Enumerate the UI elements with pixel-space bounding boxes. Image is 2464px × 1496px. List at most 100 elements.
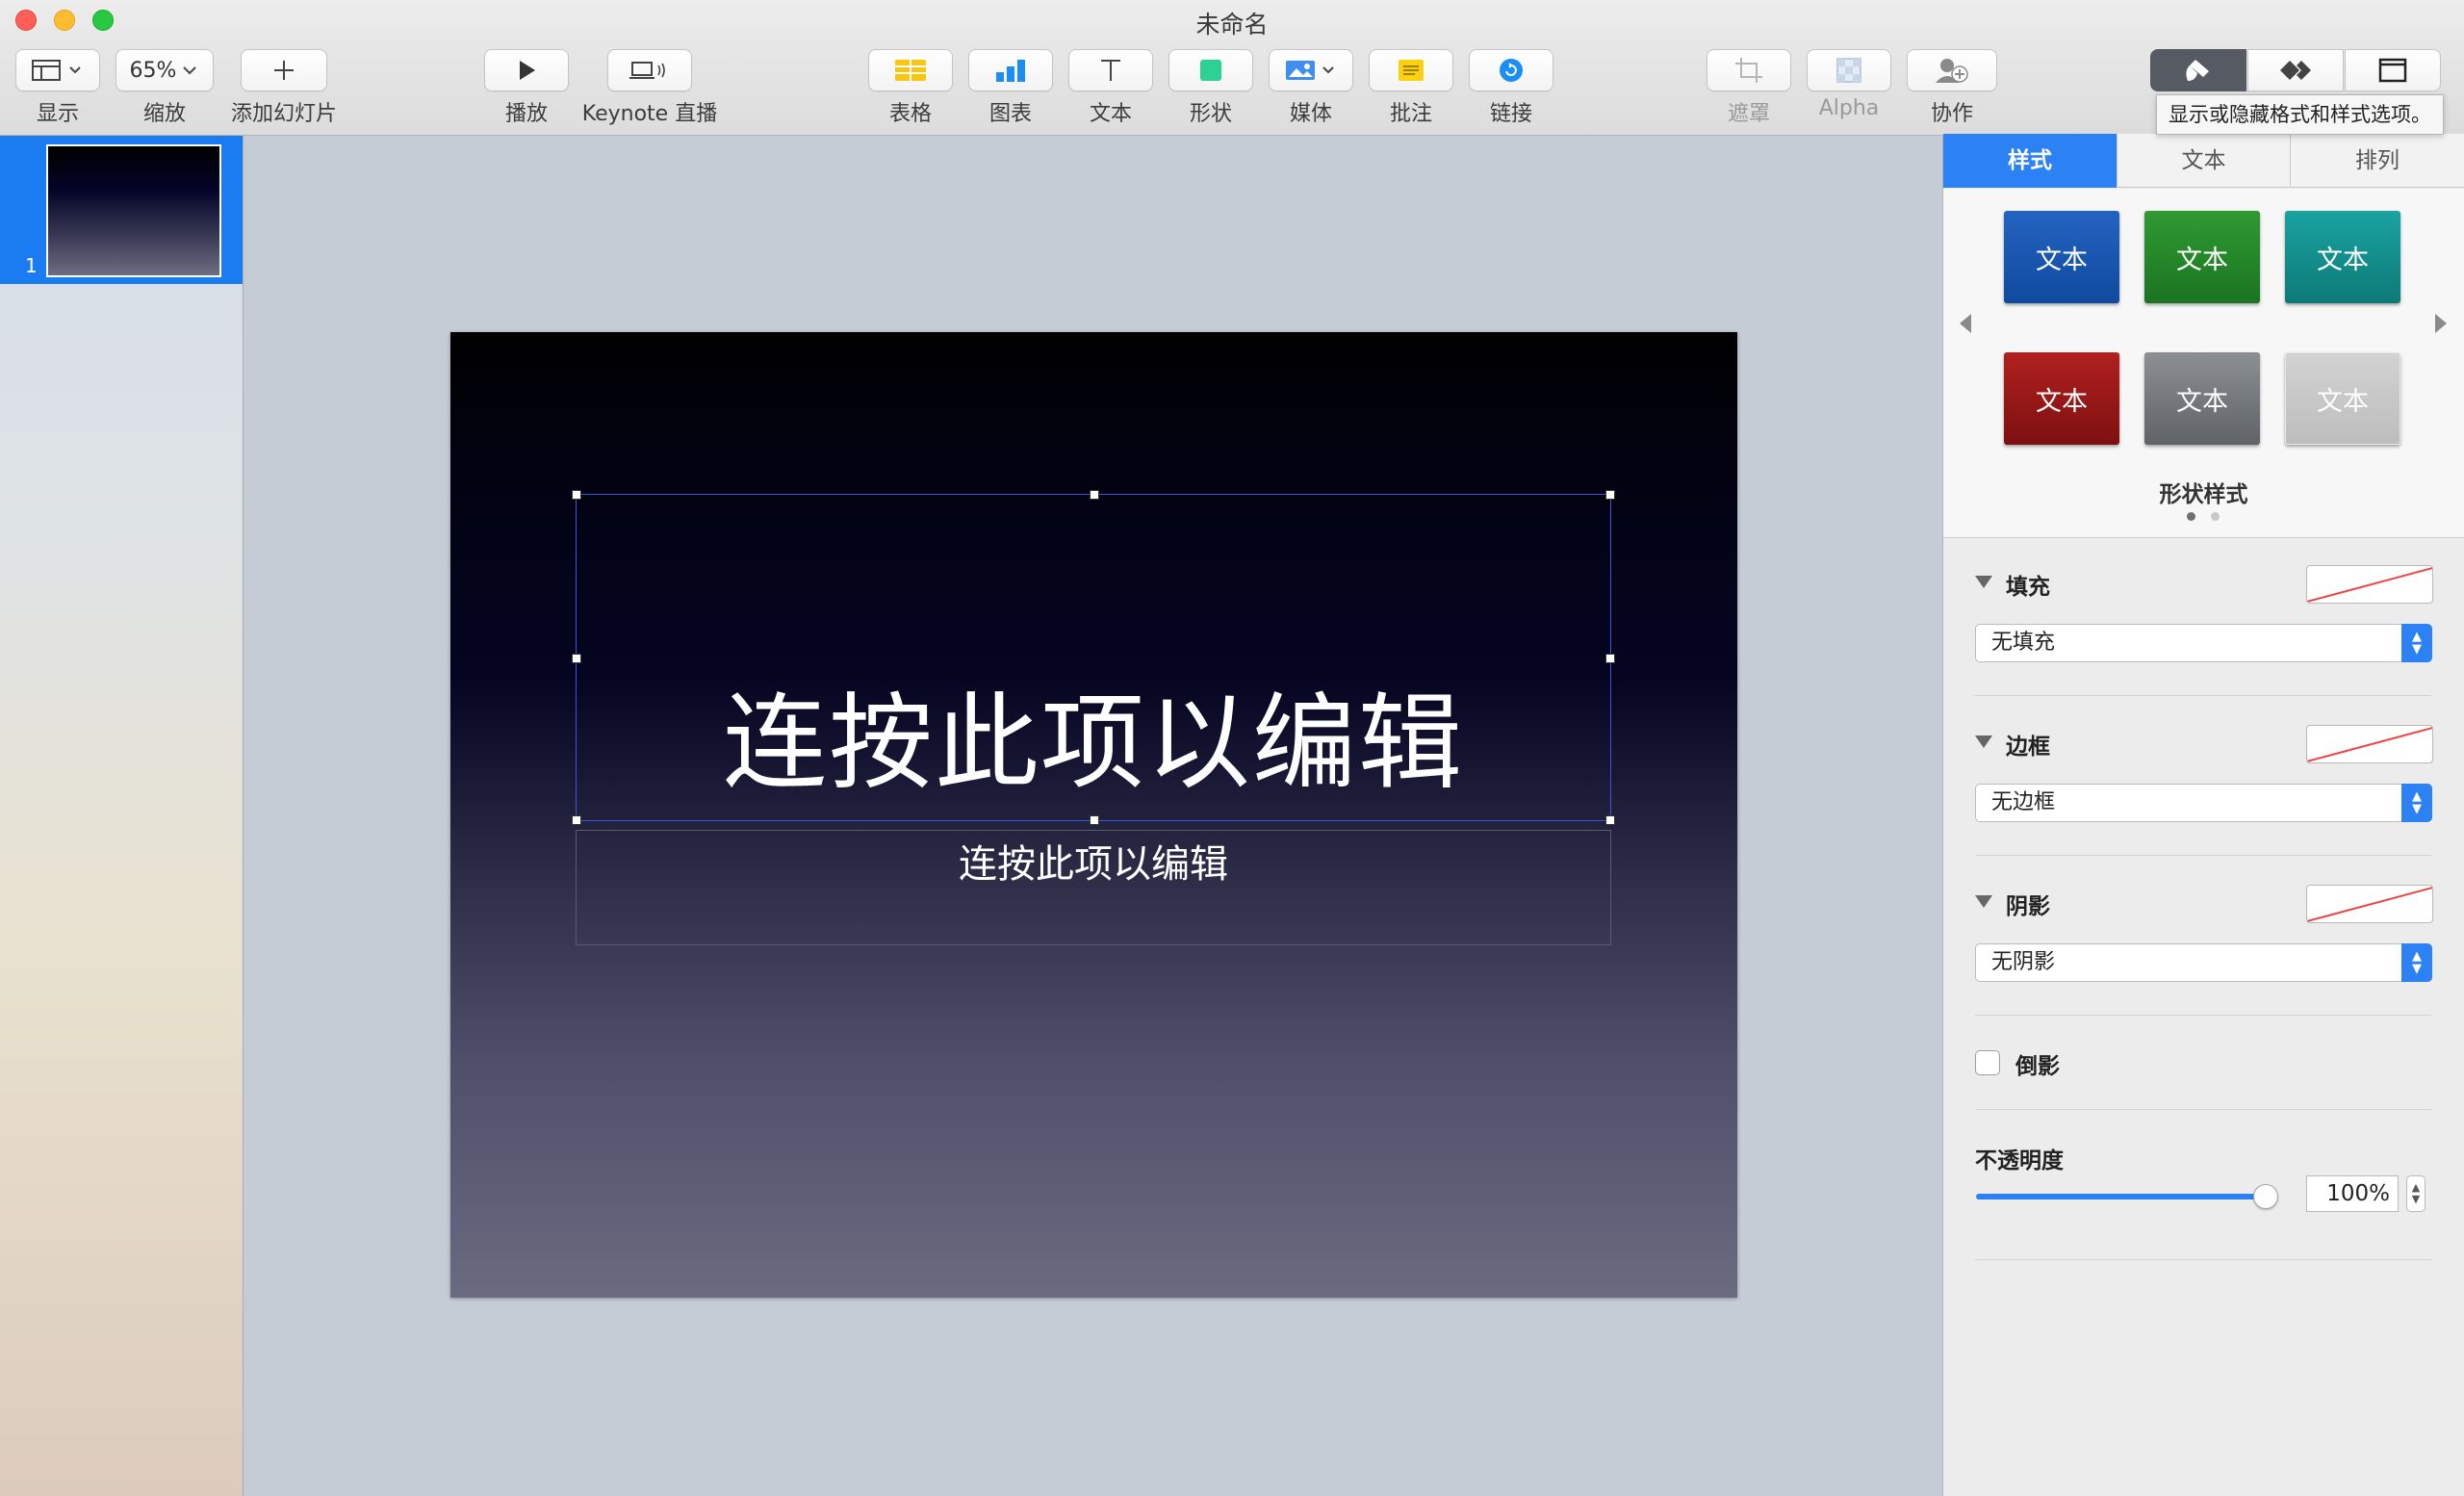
divider	[1975, 1015, 2431, 1016]
style-swatch-teal[interactable]: 文本	[2285, 211, 2400, 303]
shape-label: 形状	[1189, 102, 1232, 126]
resize-handle[interactable]	[1605, 490, 1615, 500]
alpha-label: Alpha	[1818, 96, 1880, 120]
slide-thumbnail[interactable]	[46, 144, 221, 277]
tab-arrange[interactable]: 排列	[2290, 134, 2464, 188]
popup-arrows-icon: ▲ ▼	[2401, 943, 2432, 982]
slide-title[interactable]: 连按此项以编辑	[576, 677, 1611, 812]
page-indicator-dot[interactable]	[2211, 512, 2220, 521]
text-icon	[1101, 60, 1120, 81]
disclosure-triangle-icon[interactable]	[1975, 895, 1992, 908]
collaborate-icon	[1936, 59, 1968, 83]
format-toggle-button[interactable]	[2150, 49, 2246, 91]
resize-handle[interactable]	[1605, 815, 1615, 825]
document-icon	[2378, 58, 2407, 83]
plus-icon	[274, 61, 294, 80]
tab-text[interactable]: 文本	[2117, 134, 2290, 188]
resize-handle[interactable]	[1090, 815, 1099, 825]
style-swatch-red[interactable]: 文本	[2004, 352, 2119, 445]
reflection-label: 倒影	[2015, 1054, 2060, 1079]
table-button[interactable]	[868, 49, 953, 91]
play-button[interactable]	[484, 49, 569, 91]
media-label: 媒体	[1289, 102, 1332, 126]
view-label: 显示	[36, 102, 79, 126]
shape-icon	[1200, 60, 1221, 81]
slide-number: 1	[25, 254, 38, 277]
chevron-down-icon	[183, 66, 197, 75]
shadow-popup-value: 无阴影	[1991, 950, 2056, 974]
fill-popup-value: 无填充	[1991, 631, 2056, 655]
fill-color-well[interactable]	[2306, 565, 2433, 604]
link-button[interactable]	[1469, 49, 1553, 91]
style-swatch-green[interactable]: 文本	[2144, 211, 2260, 303]
paintbrush-icon	[2186, 60, 2209, 81]
chevron-left-icon[interactable]	[1960, 314, 1971, 333]
text-label: 文本	[1089, 102, 1132, 126]
link-icon	[1500, 59, 1523, 82]
sidebar-view-icon	[32, 60, 81, 81]
resize-handle[interactable]	[572, 490, 581, 500]
border-popup[interactable]: 无边框 ▲ ▼	[1975, 784, 2432, 822]
opacity-slider-knob[interactable]	[2253, 1184, 2278, 1209]
shape-button[interactable]	[1168, 49, 1253, 91]
zoom-popup[interactable]: 65%	[116, 49, 214, 91]
shadow-popup[interactable]: 无阴影 ▲ ▼	[1975, 943, 2432, 982]
popup-arrows-icon: ▲ ▼	[2401, 784, 2432, 822]
reflection-checkbox[interactable]	[1975, 1050, 2000, 1075]
shadow-color-well[interactable]	[2306, 885, 2433, 923]
disclosure-triangle-icon[interactable]	[1975, 735, 1992, 748]
chart-icon	[996, 60, 1025, 82]
text-button[interactable]	[1068, 49, 1153, 91]
toolbar: 未命名 显示 65% 缩放 添加幻灯片 播放 Keynote 直播 表格 图表 …	[0, 0, 2464, 136]
opacity-label: 不透明度	[1975, 1148, 2064, 1174]
resize-handle[interactable]	[572, 815, 581, 825]
document-toggle-button[interactable]	[2345, 49, 2441, 91]
divider	[1975, 695, 2431, 696]
chart-button[interactable]	[968, 49, 1053, 91]
keynote-live-button[interactable]	[607, 49, 692, 91]
media-button[interactable]	[1269, 49, 1353, 91]
opacity-field[interactable]: 100%	[2306, 1175, 2399, 1212]
keynote-live-icon	[629, 62, 665, 79]
collaborate-button[interactable]	[1907, 49, 1997, 91]
play-icon	[520, 61, 535, 80]
table-icon	[895, 60, 926, 81]
media-icon	[1286, 61, 1334, 80]
resize-handle[interactable]	[1605, 654, 1615, 663]
slide-navigator	[0, 136, 244, 1496]
chevron-right-icon[interactable]	[2435, 314, 2447, 333]
resize-handle[interactable]	[1090, 490, 1099, 500]
animate-toggle-button[interactable]	[2247, 49, 2344, 91]
alpha-icon	[1836, 58, 1861, 83]
mask-button[interactable]	[1707, 49, 1791, 91]
fill-popup[interactable]: 无填充 ▲ ▼	[1975, 624, 2432, 662]
add-slide-label: 添加幻灯片	[230, 102, 337, 126]
view-button[interactable]	[15, 49, 100, 91]
style-swatch-gray[interactable]: 文本	[2144, 352, 2260, 445]
style-swatch-light-gray[interactable]: 文本	[2285, 352, 2400, 445]
alpha-button[interactable]	[1807, 49, 1891, 91]
fill-label: 填充	[2006, 575, 2050, 600]
popup-arrows-icon: ▲ ▼	[2401, 624, 2432, 662]
add-slide-button[interactable]	[241, 49, 327, 91]
zoom-label: 缩放	[142, 102, 186, 126]
format-tooltip: 显示或隐藏格式和样式选项。	[2156, 94, 2444, 135]
opacity-stepper[interactable]: ▲ ▼	[2406, 1175, 2426, 1212]
opacity-slider[interactable]	[1976, 1194, 2265, 1199]
border-color-well[interactable]	[2306, 725, 2433, 763]
window-title: 未命名	[1195, 11, 1269, 39]
keynote-live-label: Keynote 直播	[581, 102, 718, 126]
comment-button[interactable]	[1369, 49, 1453, 91]
disclosure-triangle-icon[interactable]	[1975, 576, 1992, 588]
play-label: 播放	[504, 102, 548, 126]
zoom-value: 65%	[129, 58, 177, 83]
slide-subtitle[interactable]: 连按此项以编辑	[576, 838, 1611, 891]
tab-style[interactable]: 样式	[1943, 134, 2117, 188]
divider	[1975, 1259, 2431, 1260]
diamond-animate-icon	[2280, 61, 2311, 80]
comment-label: 批注	[1389, 102, 1432, 126]
page-indicator-dot[interactable]	[2187, 512, 2195, 521]
style-swatch-blue[interactable]: 文本	[2004, 211, 2119, 303]
resize-handle[interactable]	[572, 654, 581, 663]
divider	[1975, 855, 2431, 856]
